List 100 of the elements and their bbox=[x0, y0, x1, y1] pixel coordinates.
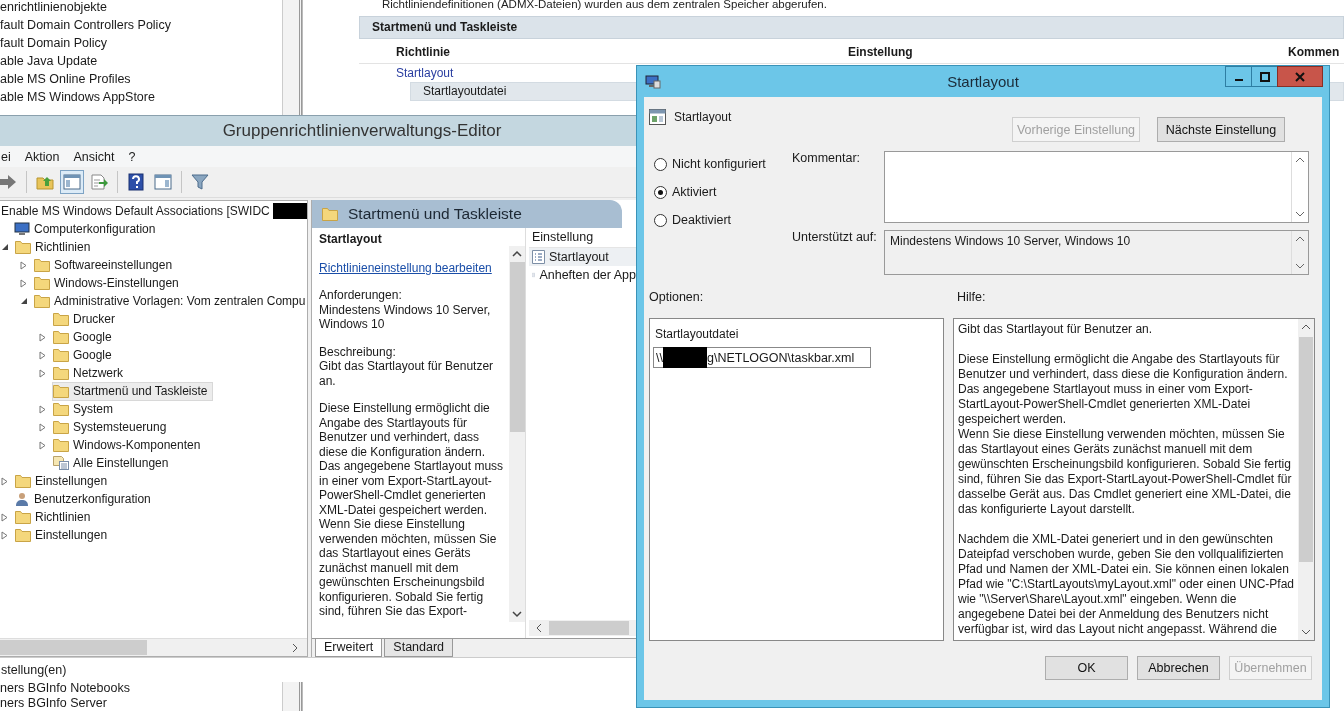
expand-icon[interactable] bbox=[1, 476, 8, 486]
maximize-button[interactable] bbox=[1251, 66, 1278, 87]
policy-icon bbox=[649, 109, 666, 125]
scrollbar-thumb[interactable] bbox=[549, 621, 629, 635]
edit-policy-link[interactable]: Richtlinieneinstellung bearbeiten bbox=[319, 260, 510, 275]
tree-item[interactable]: Einstellungen bbox=[14, 471, 113, 491]
dialog-button[interactable]: Abbrechen bbox=[1137, 656, 1220, 680]
menu-item[interactable]: Ansicht bbox=[73, 149, 115, 164]
help-label: Hilfe: bbox=[957, 290, 986, 306]
expand-icon[interactable] bbox=[1, 512, 8, 522]
radio-option[interactable]: Nicht konfiguriert bbox=[654, 155, 792, 173]
scrollbar[interactable] bbox=[529, 620, 636, 636]
gpo-list-item[interactable]: fault Domain Controllers Policy bbox=[0, 16, 282, 34]
status-text: stellung(en) bbox=[1, 663, 67, 677]
folder-icon bbox=[15, 528, 31, 542]
scrollbar[interactable] bbox=[0, 638, 307, 656]
radio-button[interactable] bbox=[654, 157, 667, 171]
gpo-list-item[interactable]: ners BGInfo Server bbox=[0, 696, 282, 711]
tree-item[interactable]: Richtlinien bbox=[14, 237, 96, 257]
radio-button[interactable] bbox=[654, 185, 667, 199]
folder-icon bbox=[15, 510, 31, 524]
help-text: Diese Einstellung ermöglicht die Angabe des Startlayouts für Benutzer und verhindert, dass diese die Konfiguration ändern. Das angegebene Startlayout muss in einer vom Export-StartLayout-PowerShell-Cmdlet generierten XML-Datei gespeichert werden. Wenn Sie diese Einstellung verwenden möchten, müssen Sie das Startlayout eines Geräts zunächst manuell mit dem gewünschten Erscheinungsbild konfigurieren. Sobald Sie fertig sind, führen Sie das Export-StartLayout-PowerShell-Cmdlet für dasselbe Gerät aus. Das Cmdlet generiert eine XML-Datei, die das konfigurierte Layout darstellt. bbox=[958, 352, 1293, 517]
menu-item[interactable]: ei bbox=[1, 149, 11, 164]
tree-pane-icon[interactable] bbox=[60, 170, 84, 194]
folder-icon bbox=[53, 348, 69, 362]
scroll-left-icon[interactable] bbox=[535, 623, 543, 633]
description-text: Beschreibung: Gibt das Startlayout für Benutzer an. bbox=[319, 344, 495, 388]
radio-option[interactable]: Deaktiviert bbox=[654, 211, 792, 229]
expand-icon[interactable] bbox=[39, 422, 46, 432]
gpo-list-item[interactable]: enrichtlinienobjekte bbox=[0, 0, 282, 16]
view-tab[interactable]: Erweitert bbox=[315, 639, 383, 657]
policy-link[interactable]: Startlayout bbox=[396, 66, 454, 80]
folder-icon bbox=[34, 276, 50, 290]
tree-item[interactable]: Windows-Einstellungen bbox=[33, 273, 184, 293]
comment-field[interactable] bbox=[884, 151, 1309, 223]
expand-icon[interactable] bbox=[20, 260, 27, 270]
tree-item[interactable]: Benutzerkonfiguration bbox=[13, 489, 156, 509]
dialog-button[interactable]: OK bbox=[1045, 656, 1128, 680]
scroll-up-icon[interactable] bbox=[1295, 156, 1305, 164]
scroll-down-icon[interactable] bbox=[512, 610, 523, 618]
tree-item[interactable]: Administrative Vorlagen: Vom zentralen Compu bbox=[33, 291, 307, 311]
expand-icon[interactable] bbox=[20, 278, 27, 288]
expand-icon[interactable] bbox=[39, 368, 46, 378]
scroll-up-icon[interactable] bbox=[1295, 235, 1305, 243]
tree-item[interactable]: Netzwerk bbox=[52, 363, 128, 383]
tree-item[interactable]: Windows-Komponenten bbox=[52, 435, 206, 455]
collapse-icon[interactable] bbox=[1, 243, 9, 251]
folder-icon bbox=[15, 474, 31, 488]
expand-icon[interactable] bbox=[39, 404, 46, 414]
tree-item[interactable]: Richtlinien bbox=[14, 507, 96, 527]
help-text: Nachdem die XML-Datei generiert und in den gewünschten Dateipfad verschoben wurde, geben Sie den vollqualifizierten Pfad und Namen der XML-Datei ein. Sie können einen lokalen Pfad wie "C:\StartLayouts\myLayout.xml" oder einen UNC-Pfad wie "\\Server\Share\Layout.xml" eingeben. Wenn die angegebene Datei bei der Anmeldung des Benutzers nicht verfügbar ist, wird das Layout nicht angepasst. Während die bbox=[958, 532, 1294, 637]
gpo-list-item[interactable]: able Java Update bbox=[0, 52, 282, 70]
input-field[interactable]: \\ g\NETLOGON\taskbar.xml bbox=[653, 347, 871, 368]
menu-item[interactable]: Aktion bbox=[24, 149, 60, 164]
tree-item[interactable]: Computerkonfiguration bbox=[13, 219, 161, 239]
tree-item[interactable]: Einstellungen bbox=[14, 525, 113, 545]
scroll-up-icon[interactable] bbox=[512, 250, 523, 258]
expand-icon[interactable] bbox=[39, 350, 46, 360]
gpo-list-item[interactable]: ners BGInfo Notebooks bbox=[0, 681, 282, 696]
gpo-list-item[interactable]: fault Domain Policy bbox=[0, 34, 282, 52]
radio-option[interactable]: Aktiviert bbox=[654, 183, 792, 201]
scrollbar[interactable] bbox=[1298, 319, 1314, 640]
scrollbar-thumb[interactable] bbox=[0, 640, 147, 655]
tree-item[interactable]: Drucker bbox=[52, 309, 120, 329]
user-icon bbox=[14, 492, 30, 506]
gpo-list-item[interactable]: able MS Windows AppStore bbox=[0, 88, 282, 106]
scrollbar[interactable] bbox=[509, 246, 525, 622]
tree-item[interactable]: Google bbox=[52, 327, 117, 347]
tree-item[interactable]: System bbox=[52, 399, 118, 419]
scroll-up-icon[interactable] bbox=[1301, 323, 1311, 331]
radio-button[interactable] bbox=[654, 213, 667, 227]
scroll-down-icon[interactable] bbox=[1301, 628, 1311, 636]
folder-icon bbox=[34, 258, 50, 272]
minimize-button[interactable] bbox=[1225, 66, 1252, 87]
app-icon bbox=[645, 74, 661, 89]
expand-icon[interactable] bbox=[39, 332, 46, 342]
gpo-list-item[interactable]: able MS Online Profiles bbox=[0, 70, 282, 88]
close-button[interactable] bbox=[1277, 66, 1323, 87]
scroll-down-icon[interactable] bbox=[1295, 210, 1305, 218]
scroll-right-icon[interactable] bbox=[291, 642, 299, 653]
tree-item[interactable]: Softwareeinstellungen bbox=[33, 255, 178, 275]
section-header: Startmenü und Taskleiste bbox=[359, 16, 1344, 39]
policy-list-item[interactable]: Anheften der App bbox=[529, 266, 636, 284]
scrollbar-thumb[interactable] bbox=[509, 262, 525, 432]
view-tab[interactable]: Standard bbox=[384, 639, 454, 657]
tree-item[interactable]: Alle Einstellungen bbox=[52, 453, 174, 473]
folder-icon bbox=[34, 294, 50, 308]
scrollbar-thumb[interactable] bbox=[1299, 337, 1313, 562]
policy-list-item[interactable]: Startlayout bbox=[529, 248, 636, 266]
tree-item[interactable]: Startmenü und Taskleiste bbox=[52, 381, 213, 401]
expand-icon[interactable] bbox=[1, 530, 8, 540]
tree-item[interactable]: Google bbox=[52, 345, 117, 365]
scroll-down-icon[interactable] bbox=[1295, 262, 1305, 270]
tree-item[interactable]: Systemsteuerung bbox=[52, 417, 172, 437]
menu-item[interactable]: ? bbox=[128, 149, 136, 164]
nav-button[interactable]: Nächste Einstellung bbox=[1157, 117, 1285, 142]
expand-icon[interactable] bbox=[39, 440, 46, 450]
tree-item[interactable]: Enable MS Windows Default Associations [SWIDC bbox=[0, 201, 275, 221]
collapse-icon[interactable] bbox=[20, 297, 28, 305]
description-text: Anforderungen: Mindestens Windows 10 Server, Windows 10 bbox=[319, 288, 492, 332]
